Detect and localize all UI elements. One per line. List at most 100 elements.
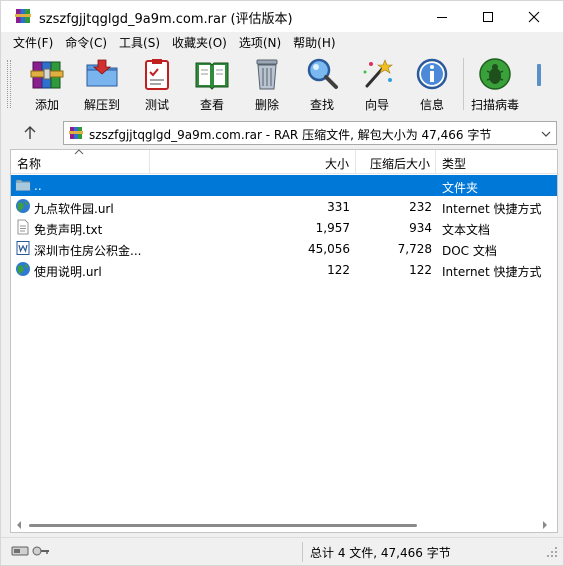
view-button[interactable]: 查看	[186, 54, 238, 114]
virus-scan-button[interactable]: 扫描病毒	[469, 54, 521, 114]
file-size: 122	[150, 263, 350, 277]
arrow-up-icon	[19, 123, 41, 143]
file-rows: .. 文件夹 九点软件园.url 331 232 Internet 快捷方式	[11, 175, 557, 280]
wizard-button[interactable]: 向导	[351, 54, 403, 114]
resize-grip-icon[interactable]	[547, 544, 559, 560]
text-file-icon	[15, 219, 31, 235]
virus-scan-icon	[477, 56, 513, 92]
table-row-parent[interactable]: .. 文件夹	[11, 175, 557, 196]
toolbar-grip[interactable]	[7, 60, 11, 108]
menu-options[interactable]: 选项(N)	[233, 32, 287, 52]
column-header: 名称 大小 压缩后大小 类型	[11, 150, 557, 174]
scroll-left-icon[interactable]	[15, 520, 23, 530]
file-name: 深圳市住房公积金...	[34, 242, 149, 259]
delete-button[interactable]: 删除	[241, 54, 293, 114]
clipboard-test-icon	[139, 56, 175, 92]
test-button[interactable]: 测试	[131, 54, 183, 114]
menu-commands[interactable]: 命令(C)	[59, 32, 113, 52]
rar-archive-icon	[69, 126, 83, 140]
file-type: 文本文档	[442, 221, 556, 238]
folder-extract-icon	[84, 56, 120, 92]
toolbar: 添加 解压到 测试	[1, 52, 563, 116]
file-size: 331	[150, 200, 350, 214]
table-row[interactable]: 九点软件园.url 331 232 Internet 快捷方式	[11, 196, 557, 217]
menu-favorites[interactable]: 收藏夹(O)	[166, 32, 233, 52]
file-type: Internet 快捷方式	[442, 200, 556, 217]
drive-key-icon[interactable]	[11, 544, 51, 558]
title-bar[interactable]: szszfgjjtqglgd_9a9m.com.rar (评估版本)	[1, 1, 563, 32]
file-type: 文件夹	[442, 179, 556, 196]
scrollbar-thumb[interactable]	[29, 524, 417, 527]
info-icon	[414, 56, 450, 92]
up-one-level-button[interactable]	[19, 123, 41, 143]
column-packed[interactable]: 压缩后大小	[356, 150, 436, 174]
menu-tools[interactable]: 工具(S)	[113, 32, 166, 52]
horizontal-scrollbar[interactable]	[11, 518, 557, 532]
minimize-icon	[436, 11, 448, 23]
magic-wand-icon	[359, 56, 395, 92]
file-packed-size: 934	[356, 221, 432, 235]
menu-help[interactable]: 帮助(H)	[287, 32, 341, 52]
file-type: Internet 快捷方式	[442, 263, 556, 280]
column-size[interactable]: 大小	[150, 150, 356, 174]
file-packed-size: 232	[356, 200, 432, 214]
table-row[interactable]: 免责声明.txt 1,957 934 文本文档	[11, 217, 557, 238]
file-size: 45,056	[150, 242, 350, 256]
column-name-label: 名称	[17, 157, 41, 171]
doc-file-icon	[15, 240, 31, 256]
window-title: szszfgjjtqglgd_9a9m.com.rar (评估版本)	[39, 8, 293, 27]
column-name[interactable]: 名称	[11, 150, 150, 174]
address-row: szszfgjjtqglgd_9a9m.com.rar - RAR 压缩文件, …	[1, 117, 563, 147]
extract-to-label: 解压到	[76, 96, 128, 113]
maximize-icon	[482, 11, 494, 23]
file-name: 使用说明.url	[34, 263, 149, 280]
file-name: 免责声明.txt	[34, 221, 149, 238]
books-add-icon	[29, 56, 65, 92]
file-list[interactable]: 名称 大小 压缩后大小 类型 .. 文件夹	[10, 149, 558, 533]
minimize-button[interactable]	[419, 1, 465, 32]
find-label: 查找	[296, 96, 348, 113]
sort-ascending-icon	[74, 148, 84, 156]
delete-label: 删除	[241, 96, 293, 113]
address-path: szszfgjjtqglgd_9a9m.com.rar - RAR 压缩文件, …	[89, 126, 491, 143]
info-button[interactable]: 信息	[406, 54, 458, 114]
info-label: 信息	[406, 96, 458, 113]
find-button[interactable]: 查找	[296, 54, 348, 114]
column-size-label: 大小	[325, 157, 349, 171]
add-label: 添加	[21, 96, 73, 113]
column-type[interactable]: 类型	[436, 150, 557, 174]
extract-to-button[interactable]: 解压到	[76, 54, 128, 114]
file-packed-size: 122	[356, 263, 432, 277]
globe-icon	[15, 198, 31, 214]
close-icon	[528, 11, 540, 23]
file-name: 九点软件园.url	[34, 200, 149, 217]
address-combobox[interactable]: szszfgjjtqglgd_9a9m.com.rar - RAR 压缩文件, …	[63, 121, 557, 145]
winrar-app-icon	[15, 8, 31, 24]
add-button[interactable]: 添加	[21, 54, 73, 114]
magnifier-icon	[304, 56, 340, 92]
status-divider	[302, 542, 303, 562]
test-label: 测试	[131, 96, 183, 113]
toolbar-separator	[463, 58, 464, 110]
status-bar: 总计 4 文件, 47,466 字节	[1, 537, 563, 565]
menu-bar: 文件(F) 命令(C) 工具(S) 收藏夹(O) 选项(N) 帮助(H)	[1, 32, 563, 52]
view-label: 查看	[186, 96, 238, 113]
wizard-label: 向导	[351, 96, 403, 113]
table-row[interactable]: 使用说明.url 122 122 Internet 快捷方式	[11, 259, 557, 280]
folder-icon	[15, 177, 31, 193]
maximize-button[interactable]	[465, 1, 511, 32]
close-button[interactable]	[511, 1, 557, 32]
file-name: ..	[34, 179, 149, 193]
trash-can-icon	[249, 56, 285, 92]
status-summary: 总计 4 文件, 47,466 字节	[310, 544, 451, 561]
chevron-down-icon[interactable]	[540, 128, 552, 140]
file-type: DOC 文档	[442, 242, 556, 259]
menu-file[interactable]: 文件(F)	[7, 32, 59, 52]
column-type-label: 类型	[442, 157, 466, 171]
toolbar-overflow[interactable]	[537, 64, 541, 86]
file-packed-size: 7,728	[356, 242, 432, 256]
winrar-window: szszfgjjtqglgd_9a9m.com.rar (评估版本) 文件(F)…	[0, 0, 564, 566]
scroll-right-icon[interactable]	[541, 520, 549, 530]
table-row[interactable]: 深圳市住房公积金... 45,056 7,728 DOC 文档	[11, 238, 557, 259]
file-size: 1,957	[150, 221, 350, 235]
